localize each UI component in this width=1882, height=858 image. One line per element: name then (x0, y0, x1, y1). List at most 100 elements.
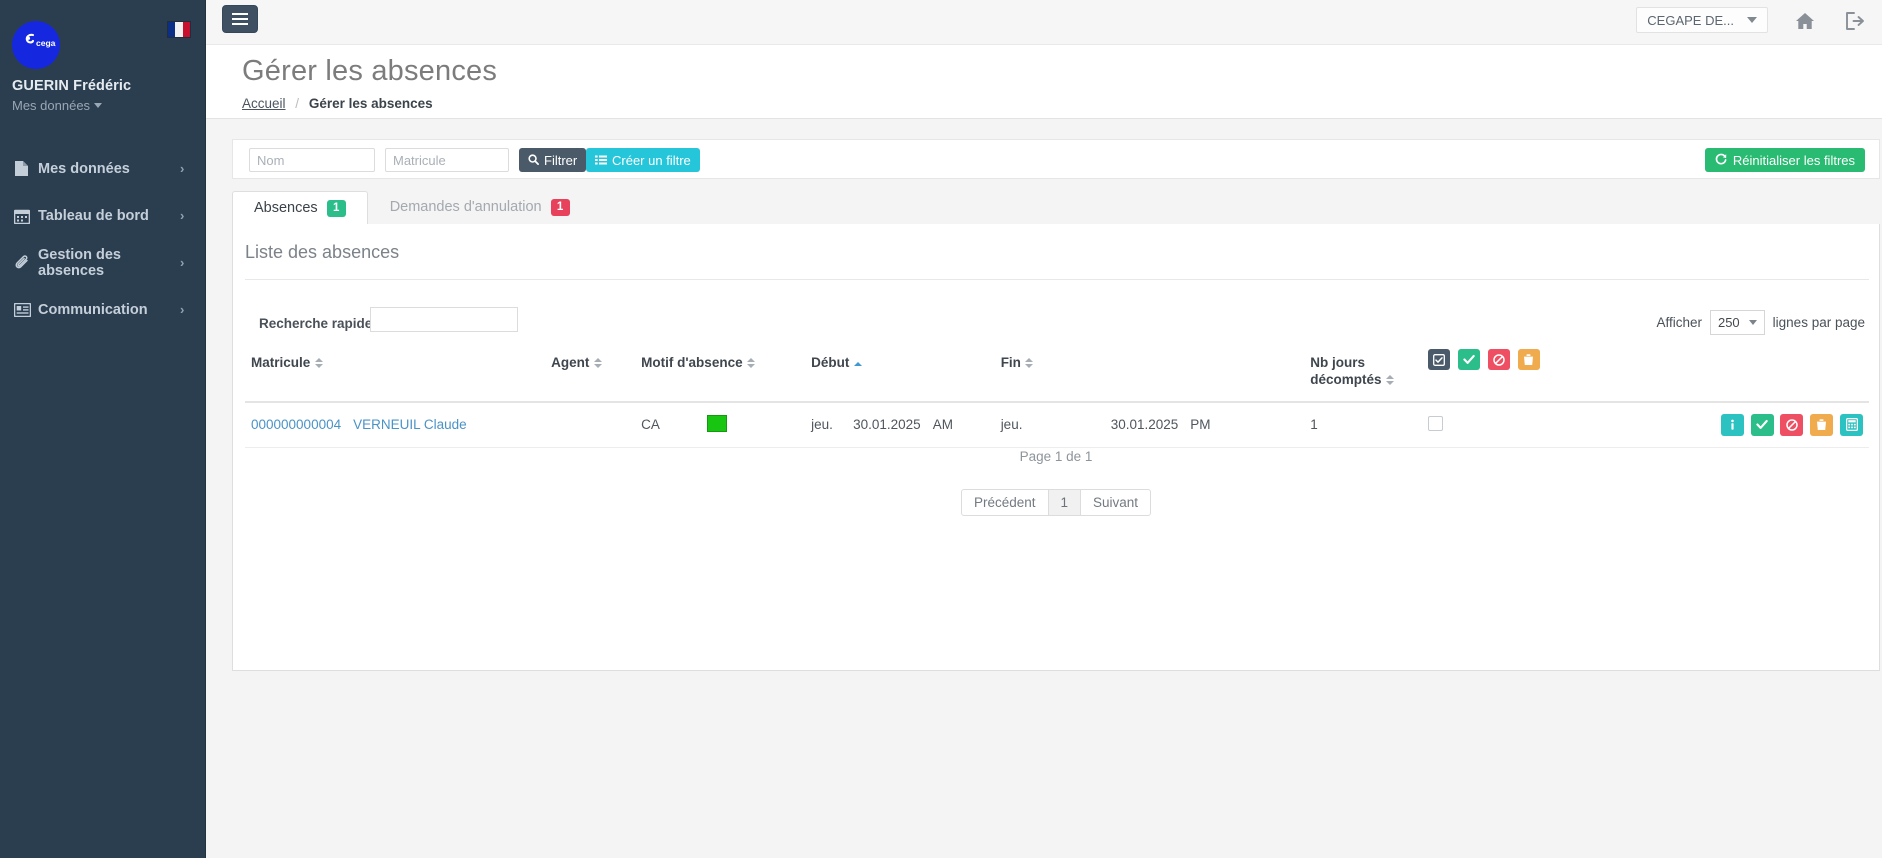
col-nb-jours-label: Nb jours décomptés (1310, 355, 1382, 387)
row-select-checkbox[interactable] (1428, 415, 1444, 431)
logout-icon[interactable] (1842, 8, 1868, 34)
cell-debut-period: AM (926, 401, 995, 448)
col-motif[interactable]: Motif d'absence (635, 347, 806, 403)
refuse-button[interactable] (1780, 413, 1804, 436)
cell-debut-day: jeu. (805, 401, 848, 448)
agent-link[interactable]: VERNEUIL Claude (353, 417, 467, 432)
sort-icon (593, 358, 602, 368)
pagination-next[interactable]: Suivant (1080, 489, 1152, 516)
pagination-previous[interactable]: Précédent (960, 489, 1049, 516)
reset-filters-label: Réinitialiser les filtres (1732, 152, 1855, 168)
refuse-all-button[interactable] (1487, 349, 1510, 370)
chevron-right-icon: › (180, 302, 185, 317)
cell-debut-date: 30.01.2025 (847, 401, 927, 448)
per-page-prefix-label: Afficher (1656, 315, 1702, 330)
sidebar-item-label: Communication (38, 301, 148, 318)
cell-row-checkbox (1422, 401, 1515, 448)
sidebar-user-menu-label: Mes données (12, 98, 91, 113)
tab-demandes-annulation-badge: 1 (550, 198, 570, 216)
cell-motif-code: CA (635, 401, 702, 448)
paperclip-icon (14, 254, 38, 271)
chevron-right-icon: › (180, 255, 185, 270)
col-debut-label: Début (811, 355, 850, 370)
search-icon (528, 153, 539, 168)
page-header: Gérer les absences Accueil / Gérer les a… (206, 45, 1882, 119)
reset-filters-button[interactable]: Réinitialiser les filtres (1704, 148, 1865, 172)
cell-matricule: 000000000004 (245, 401, 348, 448)
sidebar-item-gestion-des-absences[interactable]: Gestion des absences › (0, 239, 206, 286)
top-bar: CEGAPE DE... (206, 0, 1882, 45)
col-motif-label: Motif d'absence (641, 355, 743, 370)
svg-text:cegape: cegape (36, 38, 56, 48)
per-page-select[interactable]: 250 (1709, 310, 1765, 335)
file-icon (14, 160, 38, 177)
validate-button[interactable] (1750, 413, 1774, 436)
pagination-page-1[interactable]: 1 (1047, 489, 1082, 516)
col-agent[interactable]: Agent (545, 347, 636, 403)
sort-icon (1025, 358, 1034, 368)
home-icon[interactable] (1792, 8, 1818, 34)
calendar-icon (14, 208, 38, 224)
sidebar-user-menu[interactable]: Mes données (12, 98, 103, 113)
create-filter-button[interactable]: Créer un filtre (586, 148, 700, 172)
breadcrumb-separator: / (295, 96, 300, 111)
filter-button[interactable]: Filtrer (519, 148, 587, 172)
tab-absences[interactable]: Absences 1 (232, 191, 368, 225)
delete-button[interactable] (1810, 413, 1834, 436)
per-page-value: 250 (1717, 315, 1740, 330)
organization-select[interactable]: CEGAPE DE... (1636, 7, 1768, 33)
per-page-control: Afficher 250 lignes par page (1656, 310, 1865, 335)
sidebar-item-tableau-de-bord[interactable]: Tableau de bord › (0, 192, 206, 239)
chevron-right-icon: › (180, 208, 185, 223)
cell-fin-period: PM (1184, 401, 1305, 448)
col-matricule[interactable]: Matricule (245, 347, 546, 403)
tab-absences-label: Absences (254, 200, 318, 216)
sidebar-item-communication[interactable]: Communication › (0, 286, 206, 333)
nom-input[interactable] (249, 148, 375, 172)
tab-demandes-annulation-label: Demandes d'annulation (389, 199, 542, 215)
tab-absences-badge: 1 (326, 199, 346, 217)
sort-icon (747, 358, 756, 368)
table-row: 000000000004 VERNEUIL Claude CA jeu. 30.… (245, 401, 1869, 448)
id-card-icon (14, 302, 38, 317)
quick-search-input[interactable] (370, 307, 518, 332)
sidebar-item-label: Tableau de bord (38, 207, 149, 224)
chevron-down-icon (1748, 320, 1757, 325)
col-fin-label: Fin (1000, 355, 1021, 370)
absences-card: Liste des absences Recherche rapide Affi… (232, 224, 1880, 671)
col-fin[interactable]: Fin (994, 347, 1305, 403)
col-nb-jours[interactable]: Nb jours décomptés (1304, 347, 1423, 403)
per-page-suffix-label: lignes par page (1772, 315, 1865, 330)
info-button[interactable] (1720, 413, 1744, 436)
sort-asc-icon (853, 362, 862, 368)
cell-fin-date: 30.01.2025 (1104, 401, 1185, 448)
caret-down-icon (94, 103, 103, 108)
cegape-logo[interactable]: cegape (12, 21, 60, 69)
hamburger-icon (232, 10, 248, 28)
col-bulk-actions (1422, 347, 1869, 403)
delete-all-button[interactable] (1517, 349, 1540, 370)
sort-icon (1386, 374, 1395, 385)
list-icon (595, 153, 607, 168)
french-flag-icon[interactable] (168, 22, 190, 37)
col-debut[interactable]: Début (805, 347, 995, 403)
select-all-button[interactable] (1428, 349, 1451, 370)
quick-search-label: Recherche rapide (259, 316, 373, 331)
matricule-link[interactable]: 000000000004 (251, 417, 341, 432)
breadcrumb: Accueil / Gérer les absences (242, 96, 433, 111)
calculate-button[interactable] (1840, 413, 1863, 436)
cell-agent: VERNEUIL Claude (347, 401, 636, 448)
absences-table: Matricule Agent Motif d'absence Début Fi… (245, 347, 1869, 448)
refresh-icon (1715, 153, 1727, 168)
sidebar-item-mes-donnees[interactable]: Mes données › (0, 145, 206, 192)
pagination: Précédent 1 Suivant (233, 489, 1879, 516)
validate-all-button[interactable] (1458, 349, 1481, 370)
table-body: 000000000004 VERNEUIL Claude CA jeu. 30.… (245, 401, 1869, 448)
chevron-right-icon: › (180, 161, 185, 176)
breadcrumb-home-link[interactable]: Accueil (242, 96, 286, 111)
tab-demandes-annulation[interactable]: Demandes d'annulation 1 (368, 190, 592, 224)
menu-toggle-button[interactable] (222, 5, 258, 33)
cell-fin-day: jeu. (994, 401, 1105, 448)
page-info: Page 1 de 1 (1019, 449, 1093, 464)
matricule-input[interactable] (385, 148, 509, 172)
